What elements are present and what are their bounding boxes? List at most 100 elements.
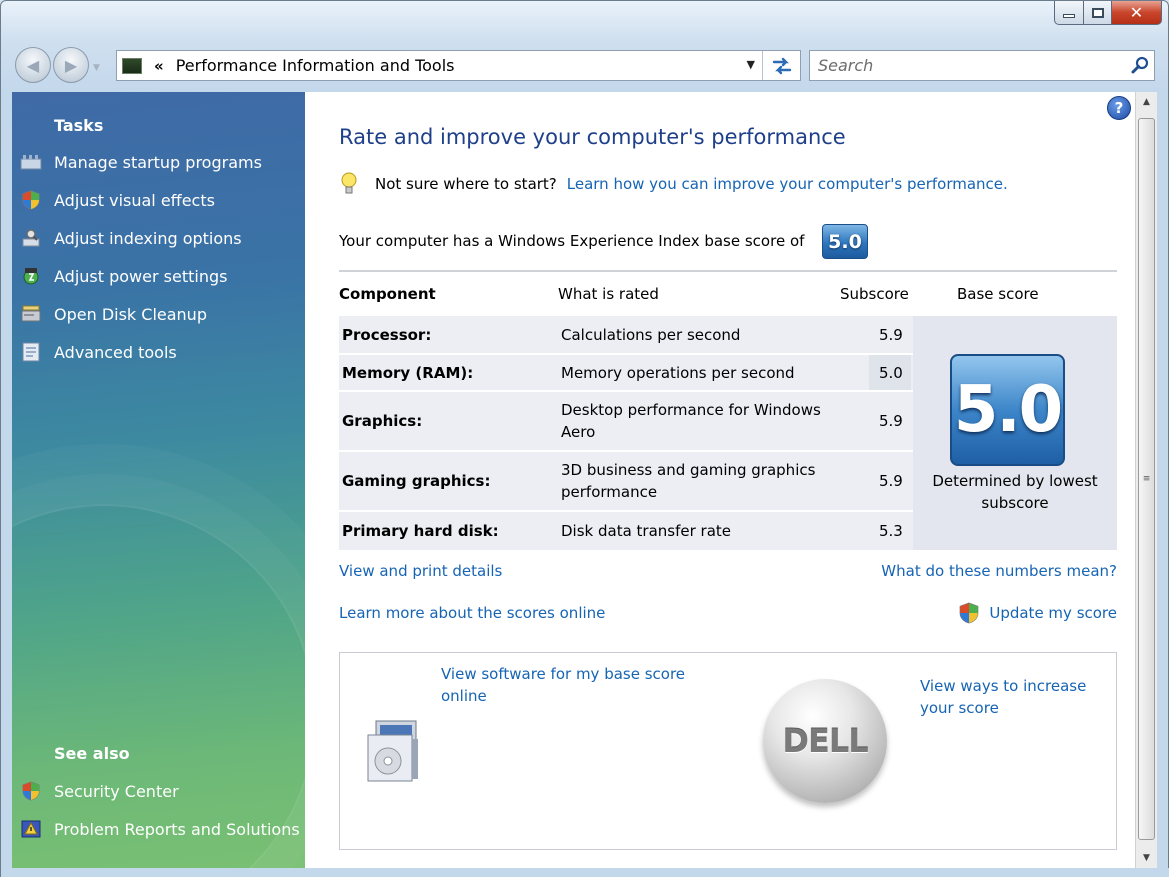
page-title: Rate and improve your computer's perform… bbox=[339, 125, 846, 149]
vertical-scrollbar[interactable]: ▲ ≡ ▼ bbox=[1135, 92, 1157, 868]
table-row: Primary hard disk: Disk data transfer ra… bbox=[339, 512, 913, 550]
forward-button[interactable]: ▶ bbox=[53, 47, 89, 83]
sidebar-item-label: Adjust visual effects bbox=[54, 190, 215, 210]
sidebar-item-label: Adjust indexing options bbox=[54, 228, 242, 248]
what-is-rated: Desktop performance for Windows Aero bbox=[561, 401, 821, 441]
forward-arrow-icon: ▶ bbox=[64, 55, 78, 75]
sidebar-item-indexing-options[interactable]: Adjust indexing options bbox=[20, 228, 242, 248]
breadcrumb[interactable]: Performance Information and Tools bbox=[176, 56, 455, 75]
sidebar-item-disk-cleanup[interactable]: Open Disk Cleanup bbox=[20, 304, 207, 324]
recent-pages-dropdown[interactable]: ▼ bbox=[93, 63, 100, 73]
explorer-window: ✕ ◀ ▶ ▼ « Performance Information and To… bbox=[0, 0, 1169, 877]
indexing-icon bbox=[20, 228, 42, 248]
caption-buttons: ✕ bbox=[1054, 1, 1162, 25]
table-row: Memory (RAM): Memory operations per seco… bbox=[339, 355, 913, 390]
sidebar-item-visual-effects[interactable]: Adjust visual effects bbox=[20, 190, 215, 210]
subscore: 5.9 bbox=[879, 412, 903, 430]
close-button[interactable]: ✕ bbox=[1112, 1, 1162, 25]
table-row: Processor: Calculations per second 5.9 bbox=[339, 316, 913, 353]
sidebar-item-label: Open Disk Cleanup bbox=[54, 304, 207, 324]
refresh-icon bbox=[772, 57, 791, 74]
subscore: 5.3 bbox=[879, 522, 903, 540]
table-row: Graphics: Desktop performance for Window… bbox=[339, 392, 913, 450]
advanced-tools-icon bbox=[20, 342, 42, 362]
component-name: Memory (RAM): bbox=[342, 363, 474, 382]
back-button[interactable]: ◀ bbox=[15, 47, 51, 83]
base-score-caption: Determined by lowest subscore bbox=[932, 472, 1098, 512]
what-is-rated: Calculations per second bbox=[561, 325, 741, 344]
maximize-button[interactable] bbox=[1084, 1, 1112, 25]
help-icon[interactable]: ? bbox=[1107, 96, 1131, 120]
column-header-component: Component bbox=[339, 285, 436, 303]
subscore: 5.9 bbox=[879, 325, 903, 344]
increase-score-link[interactable]: View ways to increase your score bbox=[920, 675, 1110, 719]
component-name: Gaming graphics: bbox=[342, 472, 491, 490]
search-box bbox=[809, 50, 1155, 81]
small-score-badge: 5.0 bbox=[822, 224, 868, 259]
sidebar-item-power-settings[interactable]: Adjust power settings bbox=[20, 266, 227, 286]
base-score-badge: 5.0 bbox=[950, 354, 1065, 466]
address-dropdown-icon[interactable]: ▼ bbox=[747, 58, 755, 71]
component-name: Graphics: bbox=[342, 412, 423, 430]
problem-reports-icon bbox=[20, 819, 42, 839]
shield-icon bbox=[959, 602, 979, 624]
update-score-row: Update my score bbox=[959, 602, 1117, 624]
tasks-heading: Tasks bbox=[54, 116, 104, 135]
lightbulb-icon bbox=[339, 172, 359, 196]
column-header-base-score: Base score bbox=[957, 285, 1039, 303]
search-input[interactable] bbox=[818, 56, 1126, 75]
table-row: Gaming graphics: 3D business and gaming … bbox=[339, 452, 913, 510]
column-header-subscore: Subscore bbox=[840, 285, 909, 303]
column-header-what-is-rated: What is rated bbox=[558, 285, 659, 303]
subscore: 5.9 bbox=[879, 472, 903, 490]
grip-icon: ≡ bbox=[1142, 474, 1151, 484]
sidebar-item-label: Manage startup programs bbox=[54, 152, 262, 172]
learn-more-scores-link[interactable]: Learn more about the scores online bbox=[339, 604, 605, 622]
navigation-buttons: ◀ ▶ ▼ bbox=[15, 47, 100, 83]
component-name: Primary hard disk: bbox=[342, 522, 499, 540]
sidebar-item-label: Problem Reports and Solutions bbox=[54, 819, 300, 839]
refresh-button[interactable] bbox=[762, 51, 800, 80]
dell-logo: DELL bbox=[763, 679, 887, 803]
address-bar[interactable]: « Performance Information and Tools ▼ bbox=[116, 50, 801, 81]
subscore: 5.0 bbox=[879, 363, 903, 382]
update-score-link[interactable]: Update my score bbox=[989, 604, 1117, 622]
search-icon[interactable] bbox=[1126, 52, 1154, 80]
tip-row: Not sure where to start? Learn how you c… bbox=[339, 172, 1008, 196]
sidebar-item-advanced-tools[interactable]: Advanced tools bbox=[20, 342, 177, 362]
security-shield-icon bbox=[20, 781, 42, 801]
see-also-heading: See also bbox=[54, 744, 130, 763]
power-icon bbox=[20, 266, 42, 286]
oem-promo-box: View software for my base score online D… bbox=[339, 652, 1117, 850]
view-software-link[interactable]: View software for my base score online bbox=[441, 663, 721, 707]
minimize-icon bbox=[1063, 13, 1075, 18]
what-is-rated: 3D business and gaming graphics performa… bbox=[561, 461, 816, 501]
what-numbers-mean-link[interactable]: What do these numbers mean? bbox=[881, 562, 1117, 580]
startup-programs-icon bbox=[20, 152, 42, 172]
control-panel-icon bbox=[122, 57, 142, 74]
tip-text: Not sure where to start? bbox=[375, 175, 557, 193]
base-score-text: Your computer has a Windows Experience I… bbox=[339, 232, 805, 250]
sidebar-item-label: Security Center bbox=[54, 781, 179, 801]
divider bbox=[339, 270, 1117, 272]
close-icon: ✕ bbox=[1129, 3, 1144, 22]
sidebar-item-problem-reports[interactable]: Problem Reports and Solutions bbox=[20, 819, 300, 839]
scroll-down-button[interactable]: ▼ bbox=[1136, 848, 1157, 868]
sidebar-item-security-center[interactable]: Security Center bbox=[20, 781, 179, 801]
back-arrow-icon: ◀ bbox=[26, 55, 40, 75]
component-name: Processor: bbox=[342, 325, 432, 344]
window-bottom-frame bbox=[1, 868, 1169, 877]
scroll-thumb[interactable]: ≡ bbox=[1138, 118, 1155, 840]
improve-performance-link[interactable]: Learn how you can improve your computer'… bbox=[567, 175, 1008, 193]
scroll-up-button[interactable]: ▲ bbox=[1136, 92, 1157, 112]
maximize-icon bbox=[1091, 7, 1104, 18]
sidebar-item-label: Advanced tools bbox=[54, 342, 177, 362]
sidebar-item-startup-programs[interactable]: Manage startup programs bbox=[20, 152, 262, 172]
view-print-details-link[interactable]: View and print details bbox=[339, 562, 502, 580]
disk-cleanup-icon bbox=[20, 304, 42, 324]
minimize-button[interactable] bbox=[1054, 1, 1084, 25]
breadcrumb-overflow[interactable]: « bbox=[154, 57, 164, 75]
content-pane: ? Rate and improve your computer's perfo… bbox=[305, 92, 1135, 868]
shield-icon bbox=[20, 190, 42, 210]
what-is-rated: Memory operations per second bbox=[561, 363, 795, 382]
